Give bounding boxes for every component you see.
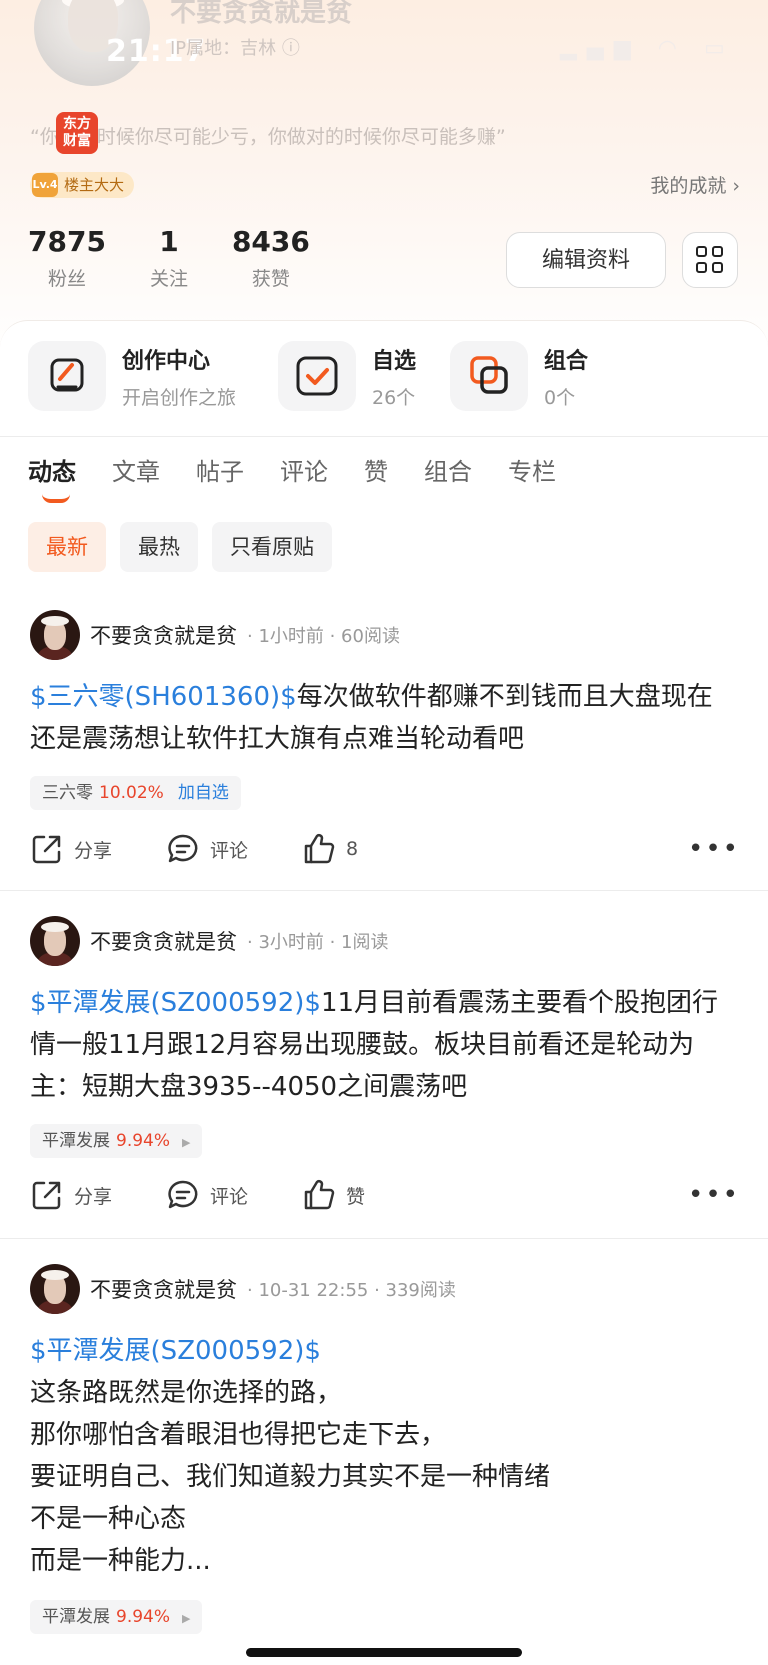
qr-code-button[interactable] bbox=[682, 232, 738, 288]
share-icon bbox=[32, 1181, 61, 1210]
stock-chip[interactable]: 平潭发展 9.94% ▶ bbox=[30, 1600, 203, 1634]
post-body[interactable]: $平潭发展(SZ000592)$ 这条路既然是你选择的路， 那你哪怕含着眼泪也得… bbox=[30, 1330, 730, 1582]
filter-hottest[interactable]: 最热 bbox=[120, 522, 198, 572]
chevron-right-icon: ▶ bbox=[182, 1612, 191, 1625]
tab-columns[interactable]: 专栏 bbox=[508, 452, 556, 487]
achievement-link[interactable]: 我的成就 › bbox=[650, 171, 740, 198]
divider bbox=[0, 436, 768, 437]
profile-username: 不要贪贪就是贫 bbox=[170, 0, 353, 28]
share-button[interactable]: 分享 bbox=[30, 1178, 112, 1212]
thumbs-up-icon bbox=[304, 834, 335, 864]
divider bbox=[0, 890, 768, 891]
divider bbox=[0, 1238, 768, 1239]
level-badge[interactable]: Lv.4 楼主大大 bbox=[30, 172, 135, 198]
level-label: 楼主大大 bbox=[64, 176, 125, 194]
stock-tag-link[interactable]: $平潭发展(SZ000592)$ bbox=[30, 988, 321, 1018]
stock-chip[interactable]: 三六零 10.02% 加自选 bbox=[30, 776, 241, 810]
filter-latest[interactable]: 最新 bbox=[28, 522, 106, 572]
comment-button[interactable]: 评论 bbox=[166, 832, 248, 866]
creation-center-entry[interactable]: 创作中心 开启创作之旅 bbox=[28, 341, 236, 411]
tab-portfolios[interactable]: 组合 bbox=[424, 452, 472, 487]
author-name[interactable]: 不要贪贪就是贫 bbox=[90, 926, 237, 956]
post-meta: · 10-31 22:55 · 339阅读 bbox=[247, 1280, 456, 1301]
profile-stats: 7875 粉丝 1 关注 8436 获赞 bbox=[28, 226, 310, 291]
author-avatar[interactable] bbox=[30, 1264, 80, 1314]
post-actions: 分享 评论 8 ••• bbox=[30, 832, 740, 866]
add-watchlist-link[interactable]: 加自选 bbox=[178, 783, 229, 803]
portfolio-entry[interactable]: 组合 0个 bbox=[450, 341, 588, 411]
profile-motto: “你错的时候你尽可能少亏，你做对的时候你尽可能多赚” bbox=[30, 126, 506, 148]
feature-card: 创作中心 开启创作之旅 自选 26个 组合 0个 bbox=[0, 320, 768, 439]
tab-posts[interactable]: 帖子 bbox=[196, 452, 244, 487]
post-meta: · 1小时前 · 60阅读 bbox=[247, 626, 400, 647]
content-tabs: 动态 文章 帖子 评论 赞 组合 专栏 bbox=[28, 452, 556, 503]
qr-code-icon bbox=[696, 246, 707, 257]
watchlist-entry[interactable]: 自选 26个 bbox=[278, 341, 416, 411]
ip-location: IP属地：吉林 ⓘ bbox=[170, 38, 300, 59]
thumbs-up-icon bbox=[304, 1180, 335, 1210]
post-actions: 分享 评论 赞 ••• bbox=[30, 1178, 740, 1212]
author-avatar[interactable] bbox=[30, 610, 80, 660]
chevron-right-icon: ▶ bbox=[182, 1136, 191, 1149]
share-button[interactable]: 分享 bbox=[30, 832, 112, 866]
active-tab-indicator bbox=[42, 494, 70, 503]
more-options-icon[interactable]: ••• bbox=[688, 834, 740, 864]
stock-chip[interactable]: 平潭发展 9.94% ▶ bbox=[30, 1124, 203, 1158]
edit-square-icon bbox=[28, 341, 106, 411]
comment-icon bbox=[168, 834, 198, 863]
brand-logo: 东方 财富 bbox=[56, 112, 98, 154]
like-button[interactable]: 8 bbox=[302, 832, 358, 866]
tab-likes[interactable]: 赞 bbox=[364, 452, 388, 487]
post-meta: · 3小时前 · 1阅读 bbox=[247, 932, 389, 953]
stat-fans[interactable]: 7875 粉丝 bbox=[28, 226, 106, 291]
tab-dynamic[interactable]: 动态 bbox=[28, 452, 76, 503]
tab-comments[interactable]: 评论 bbox=[280, 452, 328, 487]
checkmark-icon bbox=[278, 341, 356, 411]
stat-likes[interactable]: 8436 获赞 bbox=[232, 226, 310, 291]
author-name[interactable]: 不要贪贪就是贫 bbox=[90, 620, 237, 650]
filter-bar: 最新 最热 只看原贴 bbox=[28, 522, 332, 572]
stat-following[interactable]: 1 关注 bbox=[150, 226, 188, 291]
edit-profile-button[interactable]: 编辑资料 bbox=[506, 232, 666, 288]
more-options-icon[interactable]: ••• bbox=[688, 1180, 740, 1210]
tab-articles[interactable]: 文章 bbox=[112, 452, 160, 487]
level-icon: Lv.4 bbox=[32, 173, 58, 197]
comment-icon bbox=[168, 1180, 198, 1209]
post-body[interactable]: $三六零(SH601360)$每次做软件都赚不到钱而且大盘现在还是震荡想让软件扛… bbox=[30, 676, 730, 760]
author-name[interactable]: 不要贪贪就是贫 bbox=[90, 1274, 237, 1304]
overlap-squares-icon bbox=[450, 341, 528, 411]
stock-tag-link[interactable]: $平潭发展(SZ000592)$ bbox=[30, 1330, 730, 1372]
post-body[interactable]: $平潭发展(SZ000592)$11月目前看震荡主要看个股抱团行情一般11月跟1… bbox=[30, 982, 730, 1108]
share-icon bbox=[32, 835, 61, 864]
filter-original-only[interactable]: 只看原贴 bbox=[212, 522, 332, 572]
author-avatar[interactable] bbox=[30, 916, 80, 966]
comment-button[interactable]: 评论 bbox=[166, 1178, 248, 1212]
home-indicator[interactable] bbox=[246, 1648, 522, 1657]
like-button[interactable]: 赞 bbox=[302, 1178, 365, 1212]
status-icons: ▂▄▆ ◠ ▭ bbox=[560, 36, 735, 61]
stock-tag-link[interactable]: $三六零(SH601360)$ bbox=[30, 682, 297, 712]
